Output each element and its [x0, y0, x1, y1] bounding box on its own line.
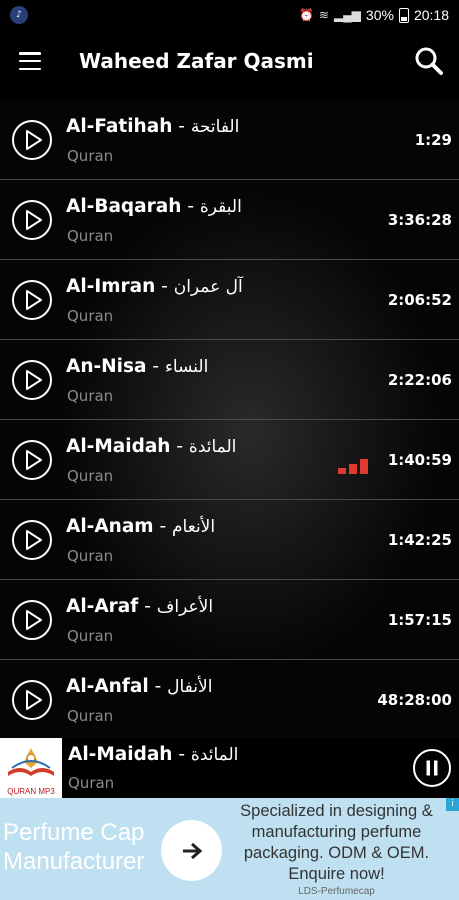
- now-playing-arabic: المائدة: [190, 745, 239, 765]
- track-name: Al-Araf: [66, 596, 139, 617]
- ad-source: LDS-Perfumecap: [298, 886, 375, 897]
- now-playing-title: Al-Maidah - المائدة: [68, 744, 238, 765]
- ad-title: Perfume Cap Manufacturer: [3, 818, 144, 876]
- track-name: Al-Imran: [66, 276, 156, 297]
- battery-icon: [398, 7, 409, 23]
- status-time: 20:18: [413, 7, 449, 23]
- track-row[interactable]: Al-Maidah - المائدة Quran 1:40:59: [0, 420, 459, 500]
- play-icon[interactable]: [11, 519, 53, 561]
- play-icon[interactable]: [11, 599, 53, 641]
- track-arabic-name: الأنعام: [172, 517, 216, 537]
- track-name: Al-Baqarah: [66, 196, 182, 217]
- play-icon[interactable]: [11, 439, 53, 481]
- play-icon[interactable]: [11, 199, 53, 241]
- title-separator: -: [153, 516, 173, 537]
- track-subtitle: Quran: [67, 707, 114, 725]
- track-arabic-name: النساء: [164, 357, 209, 377]
- app-bar: Waheed Zafar Qasmi: [0, 30, 459, 92]
- pause-icon[interactable]: [412, 748, 452, 788]
- hamburger-menu-icon[interactable]: [19, 52, 41, 70]
- ad-title-line1: Perfume Cap: [3, 819, 145, 846]
- title-separator: -: [138, 596, 157, 617]
- ad-banner[interactable]: Perfume Cap Manufacturer Specialized in …: [0, 798, 459, 900]
- title-separator: -: [146, 356, 165, 377]
- track-arabic-name: البقرة: [199, 197, 242, 217]
- track-row[interactable]: An-Nisa - النساء Quran 2:22:06: [0, 340, 459, 420]
- play-icon[interactable]: [11, 279, 53, 321]
- track-name: Al-Anam: [66, 516, 154, 537]
- track-subtitle: Quran: [67, 387, 114, 405]
- track-subtitle: Quran: [67, 147, 114, 165]
- quran-book-icon: [0, 738, 62, 786]
- track-arabic-name: الأنفال: [167, 677, 213, 697]
- track-duration: 48:28:00: [377, 691, 452, 709]
- title-separator: -: [172, 116, 191, 137]
- track-name: Al-Fatihah: [66, 116, 173, 137]
- now-playing-subtitle: Quran: [68, 774, 115, 792]
- track-duration: 1:29: [414, 131, 452, 149]
- signal-icon: ▂▄▆: [333, 8, 361, 22]
- cover-label: QURAN MP3: [7, 787, 55, 796]
- track-title: Al-Baqarah - البقرة: [66, 196, 242, 217]
- status-bar: ♪ ⏰ ≋ ▂▄▆ 30% 20:18: [0, 0, 459, 30]
- track-row[interactable]: Al-Anam - الأنعام Quran 1:42:25: [0, 500, 459, 580]
- track-subtitle: Quran: [67, 467, 114, 485]
- track-row[interactable]: Al-Imran - آل عمران Quran 2:06:52: [0, 260, 459, 340]
- track-subtitle: Quran: [67, 547, 114, 565]
- track-row[interactable]: Al-Anfal - الأنفال Quran 48:28:00: [0, 660, 459, 738]
- track-duration: 1:42:25: [387, 531, 452, 549]
- track-subtitle: Quran: [67, 227, 114, 245]
- wifi-icon: ≋: [318, 8, 329, 22]
- ad-info-icon[interactable]: i: [446, 798, 459, 811]
- alarm-icon: ⏰: [298, 8, 314, 22]
- title-separator: -: [155, 276, 174, 297]
- track-title: Al-Fatihah - الفاتحة: [66, 116, 239, 137]
- track-duration: 2:22:06: [387, 371, 452, 389]
- track-arabic-name: المائدة: [188, 437, 237, 457]
- track-arabic-name: الأعراف: [156, 597, 214, 617]
- title-separator: -: [181, 196, 200, 217]
- play-icon[interactable]: [11, 679, 53, 721]
- album-cover: QURAN MP3: [0, 738, 62, 798]
- app-notification-icon: ♪: [10, 6, 28, 24]
- track-title: Al-Anfal - الأنفال: [66, 676, 212, 697]
- ad-arrow-button[interactable]: [161, 820, 222, 881]
- track-row[interactable]: Al-Fatihah - الفاتحة Quran 1:29: [0, 100, 459, 180]
- track-duration: 1:40:59: [387, 451, 452, 469]
- title-separator: -: [172, 744, 191, 765]
- track-title: Al-Imran - آل عمران: [66, 276, 243, 297]
- equalizer-icon: [338, 459, 368, 474]
- battery-percent: 30%: [365, 7, 394, 23]
- track-title: Al-Araf - الأعراف: [66, 596, 213, 617]
- track-duration: 2:06:52: [387, 291, 452, 309]
- track-duration: 1:57:15: [387, 611, 452, 629]
- title-separator: -: [170, 436, 189, 457]
- search-icon[interactable]: [413, 45, 445, 77]
- status-indicators: ⏰ ≋ ▂▄▆ 30% 20:18: [299, 7, 449, 23]
- page-title: Waheed Zafar Qasmi: [79, 49, 314, 73]
- now-playing-name: Al-Maidah: [68, 744, 173, 765]
- track-name: An-Nisa: [66, 356, 147, 377]
- ad-body: Specialized in designing & manufacturing…: [240, 802, 433, 883]
- title-separator: -: [148, 676, 168, 697]
- track-name: Al-Maidah: [66, 436, 171, 457]
- track-row[interactable]: Al-Baqarah - البقرة Quran 3:36:28: [0, 180, 459, 260]
- track-list: Al-Fatihah - الفاتحة Quran 1:29 Al-Baqarah …: [0, 100, 459, 738]
- track-subtitle: Quran: [67, 307, 114, 325]
- track-duration: 3:36:28: [387, 211, 452, 229]
- track-arabic-name: آل عمران: [173, 277, 243, 297]
- now-playing-bar[interactable]: QURAN MP3 Al-Maidah - المائدة Quran: [0, 738, 459, 798]
- arrow-right-icon: [182, 842, 202, 859]
- track-name: Al-Anfal: [66, 676, 149, 697]
- track-title: Al-Maidah - المائدة: [66, 436, 236, 457]
- track-subtitle: Quran: [67, 627, 114, 645]
- track-arabic-name: الفاتحة: [190, 117, 240, 137]
- track-title: Al-Anam - الأنعام: [66, 516, 215, 537]
- ad-title-line2: Manufacturer: [3, 848, 145, 875]
- play-icon[interactable]: [11, 119, 53, 161]
- play-icon[interactable]: [11, 359, 53, 401]
- track-row[interactable]: Al-Araf - الأعراف Quran 1:57:15: [0, 580, 459, 660]
- track-title: An-Nisa - النساء: [66, 356, 208, 377]
